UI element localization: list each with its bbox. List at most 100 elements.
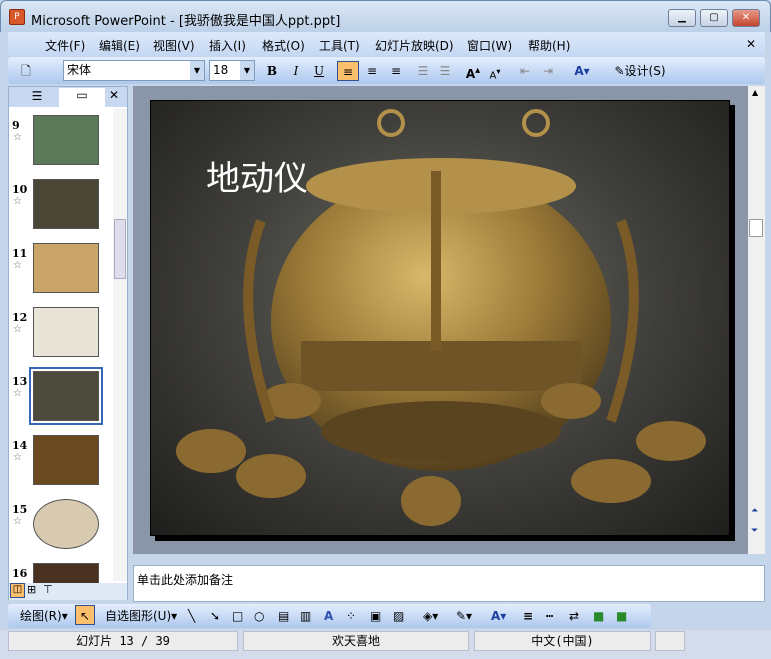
status-empty-cell <box>655 631 685 651</box>
numbering-icon[interactable]: ☰ <box>414 61 432 81</box>
picture-icon[interactable]: ▨ <box>393 606 404 626</box>
menu-file[interactable]: 文件(F) <box>45 37 85 54</box>
menu-help[interactable]: 帮助(H) <box>528 37 570 54</box>
close-document-button[interactable]: ✕ <box>746 37 756 51</box>
previous-slide-icon[interactable]: ⏶ <box>751 506 758 516</box>
line-style-icon[interactable]: ≡ <box>523 606 533 626</box>
bullets-icon[interactable]: ☰ <box>436 61 454 81</box>
diagram-icon[interactable]: ⁘ <box>346 606 356 626</box>
next-slide-icon[interactable]: ⏷ <box>751 526 758 536</box>
notes-placeholder[interactable]: 单击此处添加备注 <box>137 571 233 588</box>
select-pointer-icon[interactable]: ↖ <box>75 605 95 625</box>
thumbnail-image <box>29 367 103 425</box>
italic-button[interactable]: I <box>287 61 305 81</box>
menu-window[interactable]: 窗口(W) <box>467 37 512 54</box>
decrease-indent-icon[interactable]: ⇤ <box>516 61 534 81</box>
font-size-value: 18 <box>213 63 229 77</box>
clipart-icon[interactable]: ▣ <box>370 606 381 626</box>
textbox-icon[interactable]: ▤ <box>278 606 289 626</box>
powerpoint-icon: P <box>9 9 25 25</box>
minimize-button[interactable]: ▁ <box>668 9 696 27</box>
close-button[interactable]: ✕ <box>732 9 760 27</box>
maximize-button[interactable]: ▢ <box>700 9 728 27</box>
slide-sorter-button[interactable]: ⊞ <box>27 583 36 596</box>
shadow-icon[interactable]: ■ <box>593 606 604 626</box>
increase-indent-icon[interactable]: ⇥ <box>539 61 557 81</box>
design-button[interactable]: ✎设计(S) <box>609 61 671 81</box>
vertical-textbox-icon[interactable]: ▥ <box>300 606 311 626</box>
outline-tab[interactable]: ☰ <box>19 89 55 103</box>
slide-thumbnail[interactable]: 9 ☆ <box>9 115 113 173</box>
bold-button[interactable]: B <box>263 61 281 81</box>
dash-style-icon[interactable]: ┅ <box>546 606 553 626</box>
animation-star-icon: ☆ <box>13 452 22 463</box>
align-center-button[interactable]: ≡ <box>362 61 382 81</box>
status-bar: 幻灯片 13 / 39 欢天喜地 中文(中国) <box>0 630 771 659</box>
3d-icon[interactable]: ■ <box>616 606 627 626</box>
slide-number: 16 <box>12 567 28 580</box>
scroll-thumb[interactable] <box>749 219 763 237</box>
slide-thumbnail[interactable]: 11 ☆ <box>9 243 113 301</box>
font-select[interactable]: 宋体 ▼ <box>63 60 205 81</box>
rectangle-icon[interactable]: □ <box>232 606 243 626</box>
language-indicator: 中文(中国) <box>474 631 651 651</box>
slide-number: 14 <box>12 439 28 452</box>
wordart-icon[interactable]: A <box>324 606 333 626</box>
close-pane-button[interactable]: ✕ <box>109 88 119 102</box>
draw-menu-button[interactable]: 绘图(R)▾ <box>20 606 68 626</box>
new-document-icon[interactable]: 🗋 <box>18 61 34 81</box>
font-value: 宋体 <box>67 63 92 77</box>
arrow-style-icon[interactable]: ⇄ <box>569 606 579 626</box>
font-color-button[interactable]: A▾ <box>568 61 596 81</box>
chevron-down-icon[interactable]: ▼ <box>190 61 204 80</box>
slide-thumbnail[interactable]: 15 ☆ <box>9 499 113 557</box>
oval-icon[interactable]: ○ <box>254 606 264 626</box>
slide-number: 15 <box>12 503 28 516</box>
slide-thumbnail[interactable]: 12 ☆ <box>9 307 113 365</box>
menu-format[interactable]: 格式(O) <box>262 37 305 54</box>
slides-tab[interactable]: ▭ <box>59 88 105 107</box>
font-color-icon[interactable]: A▾ <box>491 606 506 626</box>
drawing-toolbar: 绘图(R)▾ ↖ 自选图形(U)▾ ╲ ➘ □ ○ ▤ ▥ A ⁘ ▣ ▨ ◈▾… <box>8 604 651 628</box>
menu-insert[interactable]: 插入(I) <box>209 37 246 54</box>
design-template-name: 欢天喜地 <box>243 631 469 651</box>
slide-number: 9 <box>12 119 20 132</box>
menu-tools[interactable]: 工具(T) <box>319 37 360 54</box>
slideshow-button[interactable]: ⊤ <box>43 583 53 596</box>
slide-canvas[interactable]: 地动仪 <box>150 100 730 536</box>
decrease-font-icon[interactable]: A▾ <box>486 61 504 81</box>
slide-thumbnail[interactable]: 10 ☆ <box>9 179 113 237</box>
thumbnail-scrollbar[interactable] <box>113 109 127 581</box>
menu-view[interactable]: 视图(V) <box>153 37 195 54</box>
thumbnail-image <box>33 179 99 229</box>
line-icon[interactable]: ╲ <box>188 606 195 626</box>
align-right-button[interactable]: ≡ <box>386 61 406 81</box>
pane-tabs: ☰ ▭ ✕ <box>9 87 127 107</box>
increase-font-icon[interactable]: A▴ <box>464 61 482 81</box>
normal-view-button[interactable]: ◫ <box>10 583 25 598</box>
formatting-toolbar: 🗋 宋体 ▼ 18 ▼ B I U ≡ ≡ ≡ ☰ ☰ A▴ A▾ ⇤ ⇥ A▾ ✎… <box>8 57 765 84</box>
arrow-icon[interactable]: ➘ <box>210 606 220 626</box>
autoshapes-button[interactable]: 自选图形(U)▾ <box>105 606 177 626</box>
animation-star-icon: ☆ <box>13 260 22 271</box>
thumbnail-list: 9 ☆ 10 ☆ 11 ☆ 12 ☆ 13 ☆ 14 ☆ 15 ☆ 16 <box>9 111 113 583</box>
menu-edit[interactable]: 编辑(E) <box>99 37 140 54</box>
scroll-thumb[interactable] <box>114 219 126 279</box>
scroll-up-icon[interactable]: ▲ <box>752 88 758 97</box>
slide-scrollbar[interactable]: ▲ ⏶ ⏷ <box>748 86 765 554</box>
chevron-down-icon[interactable]: ▼ <box>240 61 254 80</box>
notes-pane[interactable]: 单击此处添加备注 <box>133 565 765 602</box>
slide-title[interactable]: 地动仪 <box>206 151 308 200</box>
slide-thumbnail[interactable]: 14 ☆ <box>9 435 113 493</box>
slide-number: 13 <box>12 375 28 388</box>
slide-thumbnail-selected[interactable]: 13 ☆ <box>9 367 113 429</box>
thumbnail-image <box>33 243 99 293</box>
fill-color-icon[interactable]: ◈▾ <box>423 606 438 626</box>
align-left-button[interactable]: ≡ <box>337 61 359 81</box>
menu-slideshow[interactable]: 幻灯片放映(D) <box>375 37 454 54</box>
line-color-icon[interactable]: ✎▾ <box>456 606 472 626</box>
underline-button[interactable]: U <box>310 61 328 81</box>
slide-thumbnail[interactable]: 16 <box>9 563 113 583</box>
animation-star-icon: ☆ <box>13 324 22 335</box>
font-size-select[interactable]: 18 ▼ <box>209 60 255 81</box>
